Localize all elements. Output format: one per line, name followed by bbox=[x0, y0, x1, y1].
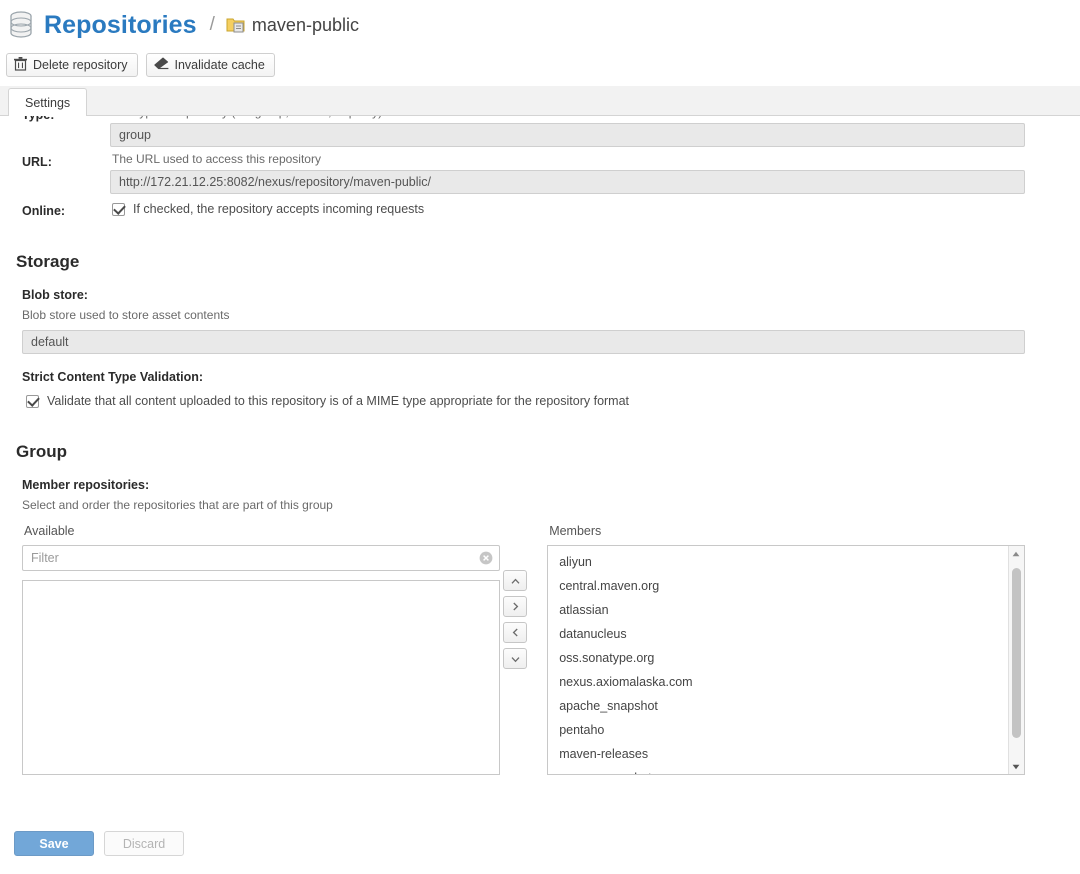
available-column: Available bbox=[22, 524, 500, 775]
transfer-button-group bbox=[500, 524, 531, 775]
eraser-icon bbox=[154, 57, 169, 73]
form-footer: Save Discard bbox=[0, 831, 1080, 874]
tab-settings-label: Settings bbox=[25, 96, 70, 110]
member-list-item[interactable]: aliyun bbox=[548, 550, 1024, 574]
member-list-item[interactable]: atlassian bbox=[548, 598, 1024, 622]
scrollbar-thumb[interactable] bbox=[1012, 568, 1021, 738]
strict-validation-checkbox[interactable] bbox=[26, 395, 39, 408]
type-label: Type: bbox=[0, 116, 110, 122]
available-filter-input[interactable] bbox=[22, 545, 500, 571]
member-repositories-label: Member repositories: bbox=[0, 478, 1080, 492]
chevron-left-icon bbox=[512, 626, 519, 640]
trash-icon bbox=[14, 57, 27, 74]
blob-store-label: Blob store: bbox=[0, 288, 1080, 302]
delete-repository-label: Delete repository bbox=[33, 58, 128, 72]
members-list: aliyuncentral.maven.orgatlassiandatanucl… bbox=[548, 546, 1024, 774]
members-header: Members bbox=[547, 524, 1025, 545]
move-right-button[interactable] bbox=[503, 596, 527, 617]
members-column: Members aliyuncentral.maven.orgatlassian… bbox=[547, 524, 1025, 775]
delete-repository-button[interactable]: Delete repository bbox=[6, 53, 138, 77]
storage-section-title: Storage bbox=[0, 252, 1080, 272]
blob-store-help-text: Blob store used to store asset contents bbox=[0, 302, 1080, 326]
invalidate-cache-label: Invalidate cache bbox=[175, 58, 265, 72]
url-input[interactable] bbox=[110, 170, 1025, 194]
member-repositories-picker: Available bbox=[0, 516, 1080, 775]
member-list-item[interactable]: central.maven.org bbox=[548, 574, 1024, 598]
member-list-item[interactable]: pentaho bbox=[548, 718, 1024, 742]
strict-validation-label: Strict Content Type Validation: bbox=[0, 370, 1080, 384]
database-icon bbox=[8, 10, 34, 40]
tab-settings[interactable]: Settings bbox=[8, 88, 87, 116]
type-input[interactable] bbox=[110, 123, 1025, 147]
member-list-item[interactable]: nexus.axiomalaska.com bbox=[548, 670, 1024, 694]
blob-store-input[interactable] bbox=[22, 330, 1025, 354]
group-repository-folder-icon bbox=[226, 16, 245, 34]
settings-panel: Type: The type of repository (i.e. group… bbox=[0, 116, 1080, 846]
member-list-item[interactable]: oss.sonatype.org bbox=[548, 646, 1024, 670]
members-listbox[interactable]: aliyuncentral.maven.orgatlassiandatanucl… bbox=[547, 545, 1025, 775]
online-label: Online: bbox=[0, 198, 110, 218]
available-listbox[interactable] bbox=[22, 580, 500, 775]
chevron-up-icon bbox=[511, 574, 520, 588]
member-list-item[interactable]: maven-releases bbox=[548, 742, 1024, 766]
move-down-button[interactable] bbox=[503, 648, 527, 669]
available-list bbox=[23, 581, 499, 774]
chevron-right-icon bbox=[512, 600, 519, 614]
move-left-button[interactable] bbox=[503, 622, 527, 643]
breadcrumb-separator: / bbox=[210, 14, 215, 36]
type-help-text: The type of repository (i.e. group, host… bbox=[110, 116, 1025, 123]
tab-bar: Settings bbox=[0, 86, 1080, 116]
member-list-item[interactable]: datanucleus bbox=[548, 622, 1024, 646]
online-checkbox[interactable] bbox=[112, 203, 125, 216]
available-header: Available bbox=[22, 524, 500, 545]
invalidate-cache-button[interactable]: Invalidate cache bbox=[146, 53, 275, 77]
field-row-type: Type: The type of repository (i.e. group… bbox=[0, 116, 1080, 147]
breadcrumb-repository-name: maven-public bbox=[252, 15, 359, 36]
toolbar: Delete repository Invalidate cache bbox=[0, 50, 1080, 80]
online-checkbox-label: If checked, the repository accepts incom… bbox=[133, 202, 424, 216]
member-list-item[interactable]: apache_snapshot bbox=[548, 694, 1024, 718]
member-list-item[interactable]: maven-snapshots bbox=[548, 766, 1024, 774]
scroll-down-arrow-icon[interactable] bbox=[1009, 759, 1024, 774]
clear-circle-icon[interactable] bbox=[479, 551, 493, 565]
page-header: Repositories / maven-public bbox=[0, 0, 1080, 48]
save-button[interactable]: Save bbox=[14, 831, 94, 856]
discard-button: Discard bbox=[104, 831, 184, 856]
scroll-up-arrow-icon[interactable] bbox=[1009, 546, 1024, 561]
group-section-title: Group bbox=[0, 442, 1080, 462]
chevron-down-icon bbox=[511, 652, 520, 666]
move-up-button[interactable] bbox=[503, 570, 527, 591]
url-help-text: The URL used to access this repository bbox=[110, 149, 1025, 170]
member-repositories-help-text: Select and order the repositories that a… bbox=[0, 492, 1080, 516]
field-row-url: URL: The URL used to access this reposit… bbox=[0, 149, 1080, 194]
members-scrollbar[interactable] bbox=[1008, 546, 1024, 774]
page-title: Repositories bbox=[44, 11, 197, 40]
field-row-online: Online: If checked, the repository accep… bbox=[0, 198, 1080, 218]
url-label: URL: bbox=[0, 149, 110, 169]
strict-validation-checkbox-label: Validate that all content uploaded to th… bbox=[47, 394, 629, 408]
